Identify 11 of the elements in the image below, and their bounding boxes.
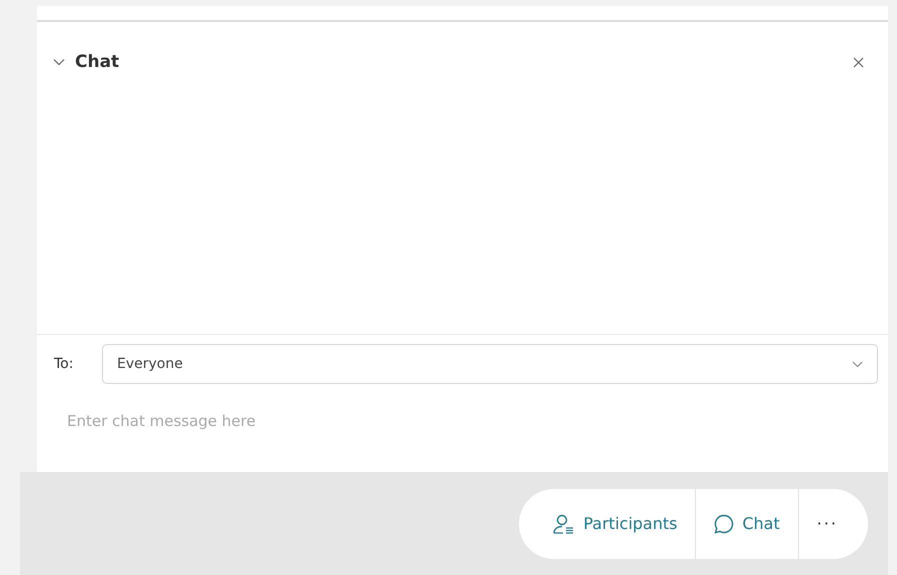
close-icon [853,56,864,68]
to-label: To: [54,356,74,372]
speech-bubble-icon [714,514,734,534]
recipient-dropdown[interactable]: Everyone [102,344,878,384]
chevron-icon [852,360,863,368]
participants-button[interactable]: Participants [535,488,696,558]
chevron-icon [53,58,65,66]
people-list-icon [553,514,576,534]
chat-button[interactable]: Chat [696,488,798,558]
panel-title: Chat [75,52,120,72]
more-button[interactable]: ··· [798,488,856,558]
